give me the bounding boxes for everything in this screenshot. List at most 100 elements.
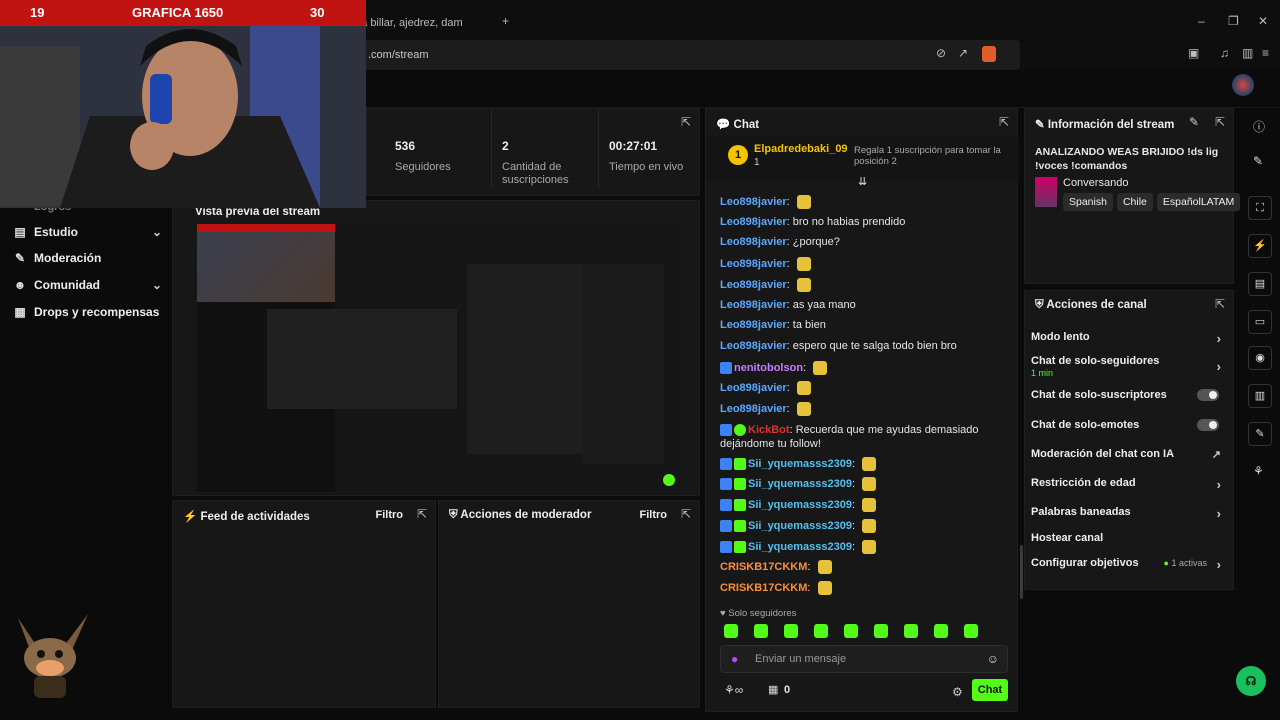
emote-icon[interactable] <box>724 623 738 638</box>
maximize-icon[interactable]: ❐ <box>1228 14 1239 28</box>
chat-username[interactable]: CRISKB17CKKM <box>720 561 807 573</box>
chat-bubble-icon[interactable]: ▭ <box>1248 310 1272 334</box>
points-icon[interactable]: ⚘ <box>1253 464 1264 478</box>
minimize-icon[interactable]: – <box>1198 14 1205 28</box>
screenshot-icon[interactable]: ▣ <box>1188 46 1199 60</box>
shield-icon: ⛨ <box>449 509 461 521</box>
sidebar-icon[interactable]: ▥ <box>1242 46 1253 60</box>
gift-icon: ▦ <box>14 305 26 319</box>
action-host-channel[interactable]: Hostear canal <box>1031 532 1227 544</box>
url-field[interactable]: .com/stream <box>300 40 1020 70</box>
bolt-icon: ⚡ <box>183 511 201 523</box>
camera-off-icon[interactable]: ⊘ <box>936 46 946 60</box>
chat-username[interactable]: CRISKB17CKKM <box>720 582 807 594</box>
popout-icon[interactable]: ⇱ <box>999 115 1009 129</box>
chat-username[interactable]: Sii_yquemasss2309 <box>748 458 852 470</box>
chat-text: as yaa mano <box>792 298 856 311</box>
sidebar-item-label: Comunidad <box>34 278 100 292</box>
chat-username[interactable]: Sii_yquemasss2309 <box>748 499 852 511</box>
popout-icon[interactable]: ⇱ <box>1215 297 1225 311</box>
category-name[interactable]: Conversando <box>1063 177 1128 189</box>
music-icon[interactable]: ♫ <box>1220 46 1229 60</box>
info-title-text: Información del stream <box>1047 119 1175 131</box>
new-tab-icon[interactable]: + <box>502 14 509 28</box>
broadcast-icon[interactable]: ◉ <box>1248 346 1272 370</box>
emote-icon[interactable] <box>784 623 798 638</box>
chat-scrollbar[interactable] <box>1020 545 1023 599</box>
chat-username[interactable]: Leo898javier <box>720 340 787 352</box>
scroll-down-icon[interactable]: ⇊ <box>858 175 867 188</box>
feed-filter-button[interactable]: Filtro <box>376 509 404 521</box>
stat-subscriptions: 2 Cantidad de suscripciones <box>494 109 599 189</box>
action-slow-mode[interactable]: Modo lento › <box>1031 331 1227 346</box>
emote-icon[interactable] <box>904 623 918 638</box>
popout-icon[interactable]: ⇱ <box>681 507 691 521</box>
sidebar-item-comunidad[interactable]: ☻ Comunidad ⌄ <box>12 275 162 295</box>
sidebar-item-drops[interactable]: ▦ Drops y recompensas <box>12 302 162 322</box>
emotes-only-toggle[interactable] <box>1197 419 1219 431</box>
action-banned-words[interactable]: Palabras baneadas › <box>1031 506 1227 521</box>
popout-icon[interactable]: ⇱ <box>417 507 427 521</box>
action-goals[interactable]: Configurar objetivos ● 1 activas › <box>1031 557 1227 572</box>
chat-username[interactable]: Sii_yquemasss2309 <box>748 540 852 552</box>
modactions-filter-button[interactable]: Filtro <box>640 509 668 521</box>
video-icon: ▤ <box>14 225 26 239</box>
popout-icon[interactable]: ⇱ <box>1215 115 1225 129</box>
wrench-icon[interactable]: ✎ <box>1248 422 1272 446</box>
preview-webcam <box>197 224 335 302</box>
user-badge-icon <box>720 478 732 491</box>
chat-username[interactable]: Leo898javier <box>720 403 787 415</box>
document-icon[interactable]: ▤ <box>1248 272 1272 296</box>
help-chat-icon[interactable]: ☊ <box>1236 666 1266 696</box>
chat-username[interactable]: Leo898javier <box>720 196 787 208</box>
avatar[interactable] <box>1232 74 1254 96</box>
chat-username[interactable]: Sii_yquemasss2309 <box>748 520 852 532</box>
server-icon[interactable]: ▥ <box>1248 384 1272 408</box>
action-ai-moderation[interactable]: Moderación del chat con IA ↗ <box>1031 448 1227 461</box>
send-chat-button[interactable]: Chat <box>972 679 1008 701</box>
share-icon[interactable]: ↗ <box>958 46 968 60</box>
emoji-icon[interactable]: ☺ <box>987 652 999 666</box>
emote-icon[interactable] <box>814 623 828 638</box>
chat-input[interactable]: ● Enviar un mensaje ☺ <box>720 645 1008 673</box>
user-badge-icon <box>720 540 732 553</box>
emote-icon[interactable] <box>874 623 888 638</box>
emote-icon[interactable] <box>964 623 978 638</box>
layout-icon[interactable]: ⛶ <box>1248 196 1272 220</box>
sidebar-item-estudio[interactable]: ▤ Estudio ⌄ <box>12 222 162 242</box>
gift-icon[interactable]: ▦ <box>768 683 778 696</box>
chat-username[interactable]: Leo898javier <box>720 216 787 228</box>
bolt-icon[interactable]: ⚡ <box>1248 234 1272 258</box>
chat-username[interactable]: KickBot <box>748 424 790 436</box>
shield-icon[interactable] <box>982 46 996 62</box>
chat-message: Leo898javier: <box>720 257 811 272</box>
gifter-name[interactable]: Elpadredebaki_09 <box>754 143 848 155</box>
action-age-restriction[interactable]: Restricción de edad › <box>1031 477 1227 492</box>
action-subs-only[interactable]: Chat de solo-suscriptores <box>1031 389 1227 401</box>
action-emotes-only[interactable]: Chat de solo-emotes <box>1031 419 1227 431</box>
emote-icon[interactable] <box>844 623 858 638</box>
chat-username[interactable]: Leo898javier <box>720 319 787 331</box>
emote-icon[interactable] <box>754 623 768 638</box>
chat-username[interactable]: Leo898javier <box>720 382 787 394</box>
sidebar-item-moderacion[interactable]: ✎ Moderación <box>12 248 162 268</box>
menu-icon[interactable]: ≡ <box>1262 46 1269 60</box>
mic-icon[interactable]: ● <box>731 652 738 666</box>
chat-username[interactable]: Leo898javier <box>720 258 787 270</box>
chat-username[interactable]: Leo898javier <box>720 279 787 291</box>
chat-username[interactable]: nenitobolson <box>734 362 803 374</box>
action-followers-only[interactable]: Chat de solo-seguidores 1 min › <box>1031 355 1227 378</box>
chat-username[interactable]: Leo898javier <box>720 299 787 311</box>
chat-username[interactable]: Sii_yquemasss2309 <box>748 478 852 490</box>
gear-icon[interactable]: ⚙ <box>952 685 963 699</box>
webcam-person-image <box>0 26 366 208</box>
emote-icon[interactable] <box>934 623 948 638</box>
info-icon[interactable]: ⓘ <box>1253 118 1265 135</box>
edit-icon[interactable]: ✎ <box>1253 154 1263 168</box>
subs-only-toggle[interactable] <box>1197 389 1219 401</box>
points-icon[interactable]: ⚘∞ <box>724 683 743 697</box>
chat-username[interactable]: Leo898javier <box>720 236 787 248</box>
stream-preview-video[interactable] <box>197 224 680 492</box>
close-icon[interactable]: ✕ <box>1258 14 1268 28</box>
edit-icon[interactable]: ✎ <box>1189 115 1199 129</box>
